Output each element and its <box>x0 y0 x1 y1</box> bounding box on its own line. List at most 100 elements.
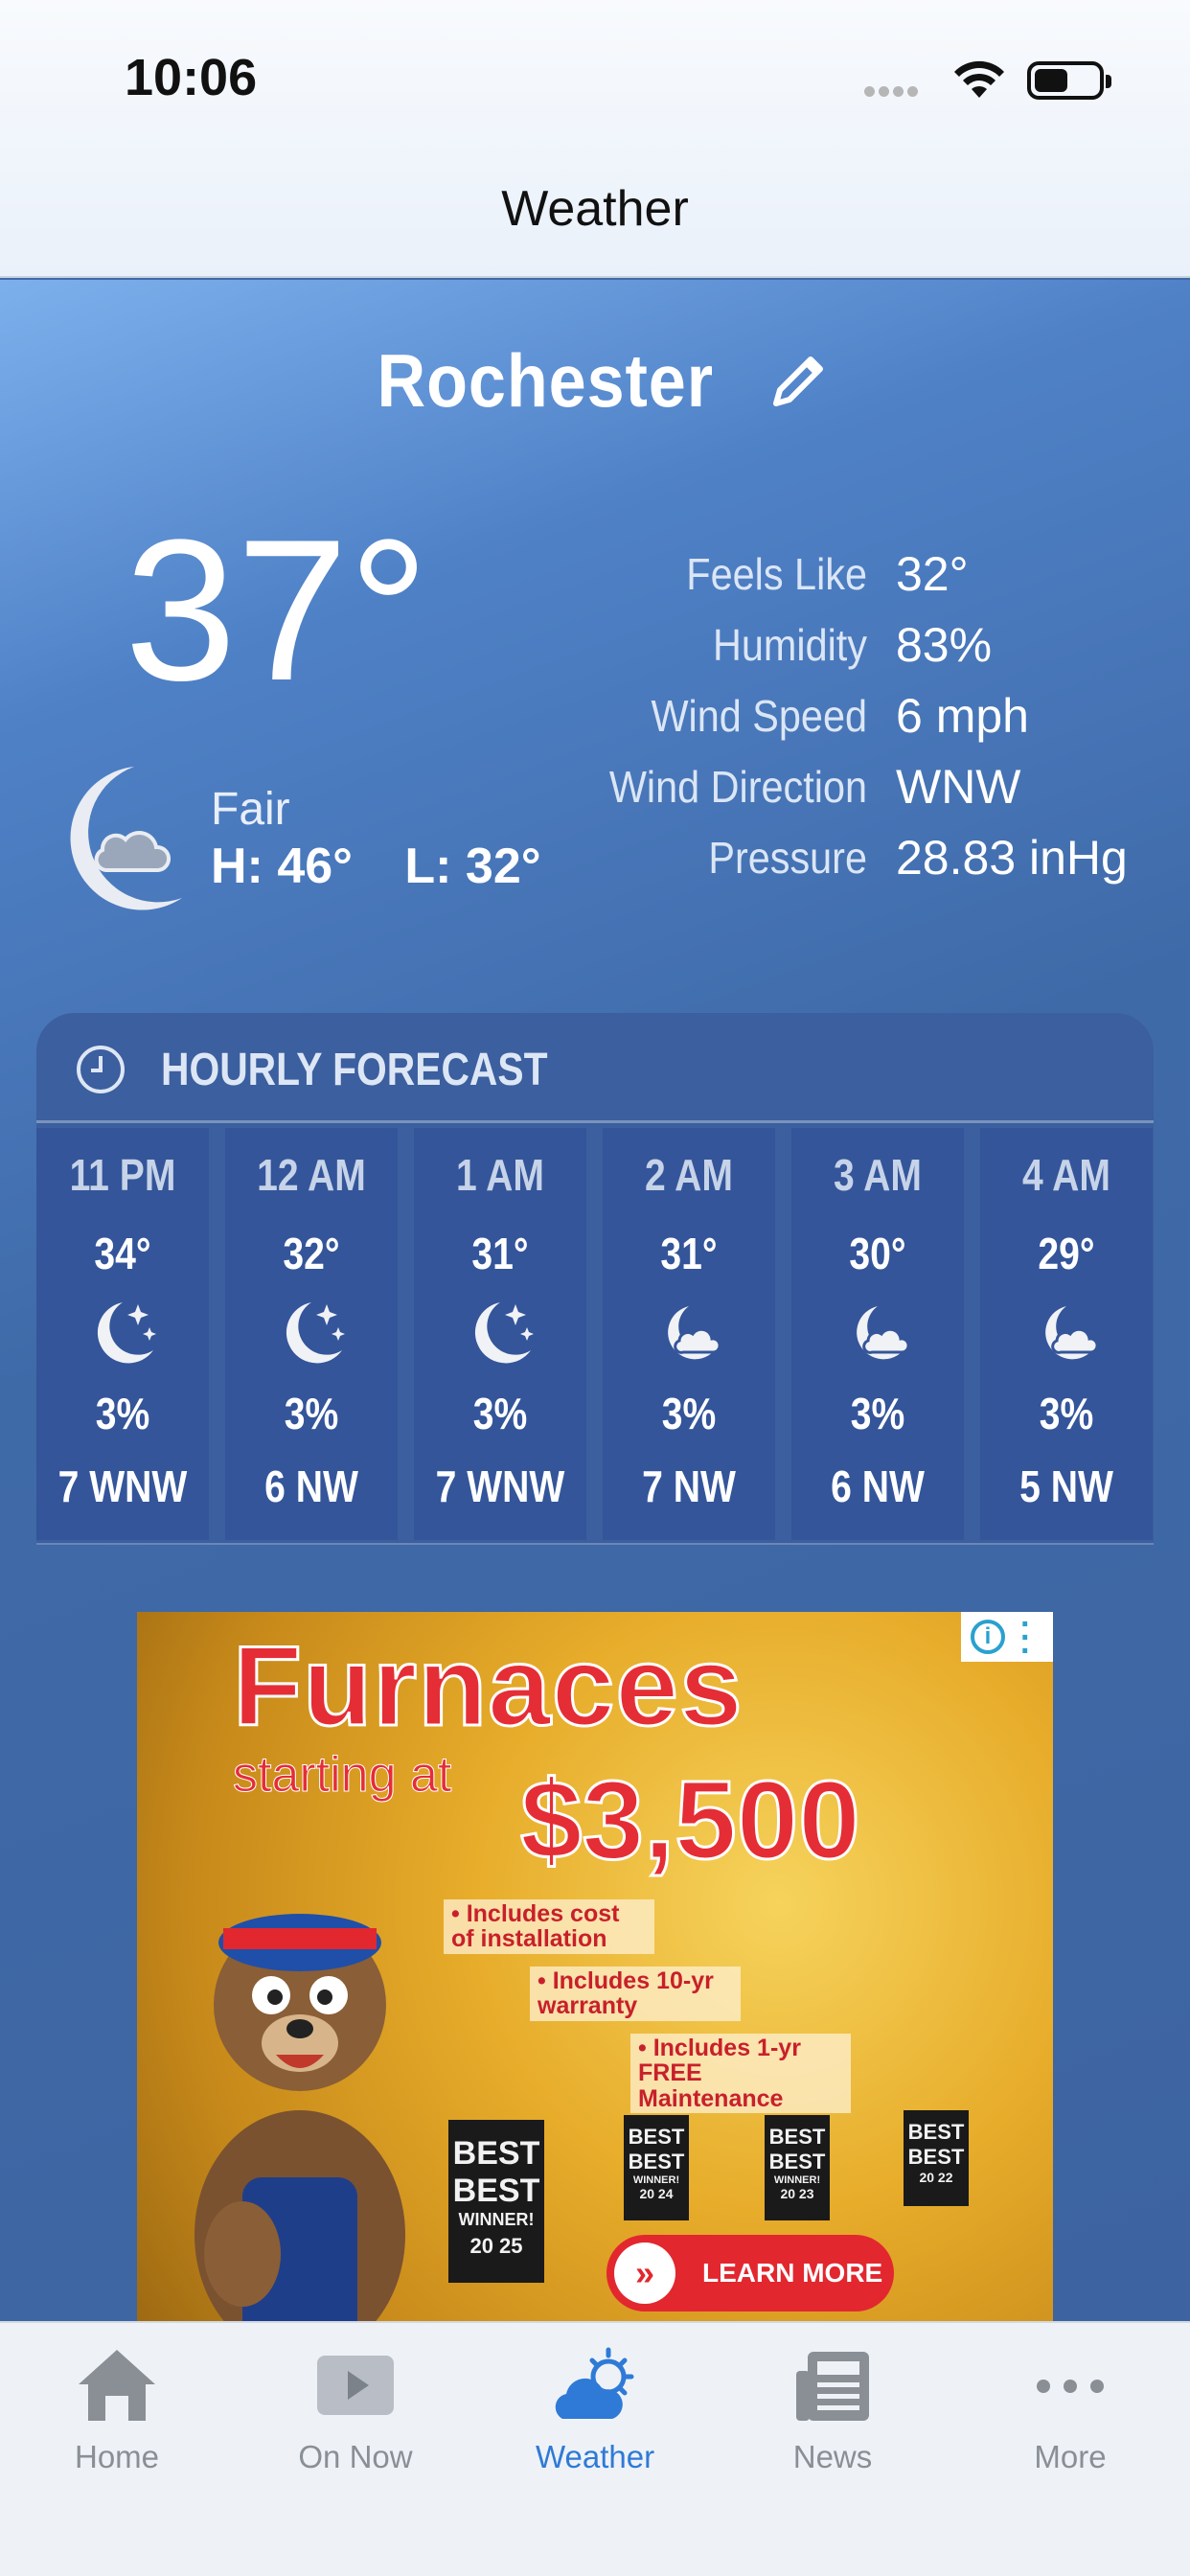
hour-wind: 7 WNW <box>57 1461 188 1511</box>
hour-column: 3 AM 30° 3% 6 NW <box>791 1128 964 1540</box>
home-icon <box>79 2350 155 2421</box>
moon-cloud-icon <box>668 1306 721 1360</box>
hourly-forecast-panel[interactable]: HOURLY FORECAST 11 PM 34° 3% 7 WNW 12 AM… <box>36 1013 1154 1545</box>
tab-label: On Now <box>298 2439 413 2474</box>
weather-details: Feels Like 32° Humidity 83% Wind Speed 6… <box>556 539 1169 893</box>
hour-wind: 6 NW <box>831 1461 925 1511</box>
hour-time: 4 AM <box>1022 1150 1110 1200</box>
badge-text: BEST <box>628 2125 685 2149</box>
city-row: Rochester <box>0 337 1190 425</box>
play-icon <box>317 2356 394 2415</box>
tab-news[interactable]: News <box>737 2342 928 2475</box>
weather-main: Rochester 37° Fair H: 46° L: 32° Feels L… <box>0 280 1190 2321</box>
high-temp: H: 46° <box>211 839 353 894</box>
detail-label: Humidity <box>712 620 867 670</box>
ad-bullet: • Includes 10-yr warranty <box>530 1966 741 2021</box>
tab-on-now[interactable]: On Now <box>260 2342 451 2475</box>
hour-precip: 3% <box>661 1389 717 1438</box>
cellular-signal-icon <box>864 84 922 102</box>
badge-text: 20 23 <box>780 2186 814 2201</box>
ad-options-icon[interactable]: · · · <box>1020 1612 1031 1668</box>
badge-text: WINNER! <box>773 2174 821 2186</box>
hourly-columns[interactable]: 11 PM 34° 3% 7 WNW 12 AM 32° 3% 6 NW 1 A… <box>36 1128 1154 1540</box>
badge-text: BEST <box>452 2173 540 2209</box>
award-badge: BEST BEST WINNER! 20 25 <box>448 2120 544 2283</box>
detail-value: 32° <box>896 547 969 601</box>
hour-column: 4 AM 29° 3% 5 NW <box>980 1128 1153 1540</box>
badge-text: BEST <box>628 2150 685 2174</box>
badge-text: WINNER! <box>458 2210 535 2229</box>
bear-mascot-image <box>195 1914 405 2321</box>
moon-cloud-icon <box>857 1306 910 1360</box>
hour-precip: 3% <box>472 1389 528 1438</box>
detail-label: Pressure <box>708 833 867 883</box>
badge-text: BEST <box>768 2125 826 2149</box>
detail-value: 28.83 inHg <box>896 831 1128 885</box>
top-bar: 10:06 Weather <box>0 0 1190 278</box>
moon-cloud-icon <box>70 767 182 910</box>
tab-label: News <box>792 2439 873 2474</box>
edit-pencil-icon[interactable] <box>765 348 832 415</box>
hour-column: 1 AM 31° 3% 7 WNW <box>414 1128 586 1540</box>
tab-weather[interactable]: Weather <box>499 2342 691 2475</box>
badge-text: WINNER! <box>632 2174 680 2186</box>
tab-bar: Home On Now Weather News More <box>0 2321 1190 2576</box>
hour-temp: 31° <box>660 1229 718 1278</box>
ad-banner[interactable]: i · · · Furnaces starting at $3,500 • Incl… <box>137 1612 1053 2321</box>
hour-wind: 7 WNW <box>435 1461 565 1511</box>
tab-home[interactable]: Home <box>21 2342 213 2475</box>
hour-temp: 29° <box>1038 1229 1095 1278</box>
badge-text: BEST <box>452 2135 540 2172</box>
tab-label: More <box>1034 2439 1107 2474</box>
condition-text: Fair <box>211 784 290 835</box>
more-dots-icon <box>1037 2380 1104 2393</box>
badge-text: 20 25 <box>469 2234 523 2258</box>
hourly-forecast-title: HOURLY FORECAST <box>161 1045 548 1095</box>
detail-value: WNW <box>896 760 1021 814</box>
badge-text: BEST <box>768 2150 826 2174</box>
hour-column: 11 PM 34° 3% 7 WNW <box>36 1128 209 1540</box>
detail-label: Wind Speed <box>651 691 867 741</box>
detail-value: 6 mph <box>896 689 1029 743</box>
hour-wind: 5 NW <box>1019 1461 1113 1511</box>
moon-stars-icon <box>97 1302 156 1364</box>
learn-more-label: LEARN MORE <box>702 2258 883 2288</box>
hourly-forecast-header: HOURLY FORECAST <box>36 1013 1154 1123</box>
detail-value: 83% <box>896 618 993 672</box>
hour-precip: 3% <box>1039 1389 1094 1438</box>
double-chevron-icon: » <box>614 2242 675 2304</box>
detail-row: Wind Speed 6 mph <box>556 680 1169 751</box>
hour-precip: 3% <box>95 1389 150 1438</box>
clock-icon <box>77 1046 125 1093</box>
status-icons <box>864 56 1113 104</box>
tab-more[interactable]: More <box>974 2342 1166 2475</box>
ad-info-button[interactable]: i · · · <box>961 1612 1053 1668</box>
detail-label: Feels Like <box>686 549 867 599</box>
tab-label: Weather <box>535 2439 655 2474</box>
wifi-icon <box>954 60 1004 98</box>
newspaper-icon <box>796 2352 869 2421</box>
hour-temp: 31° <box>471 1229 529 1278</box>
weather-icon <box>555 2347 634 2419</box>
info-icon[interactable]: i <box>971 1620 1005 1654</box>
badge-text: BEST <box>907 2120 965 2144</box>
badge-text: 20 22 <box>919 2170 953 2185</box>
ad-price: $3,500 <box>519 1757 862 1884</box>
battery-icon <box>1027 61 1111 100</box>
ad-bullet: • Includes cost of installation <box>444 1899 654 1954</box>
badge-text: 20 24 <box>639 2186 674 2201</box>
hour-column: 12 AM 32° 3% 6 NW <box>225 1128 398 1540</box>
award-badge: BEST BEST WINNER! 20 24 <box>624 2115 689 2220</box>
ad-headline: Furnaces <box>232 1622 744 1752</box>
tab-label: Home <box>74 2439 160 2474</box>
detail-row: Humidity 83% <box>556 610 1169 680</box>
moon-stars-icon <box>474 1302 534 1364</box>
hour-temp: 32° <box>283 1229 340 1278</box>
hour-time: 11 PM <box>69 1150 176 1200</box>
hour-temp: 34° <box>94 1229 151 1278</box>
learn-more-button[interactable]: » LEARN MORE <box>606 2235 894 2312</box>
detail-row: Wind Direction WNW <box>556 751 1169 822</box>
ad-starting-at: starting at <box>232 1747 452 1804</box>
hour-temp: 30° <box>849 1229 906 1278</box>
moon-stars-icon <box>286 1302 345 1364</box>
